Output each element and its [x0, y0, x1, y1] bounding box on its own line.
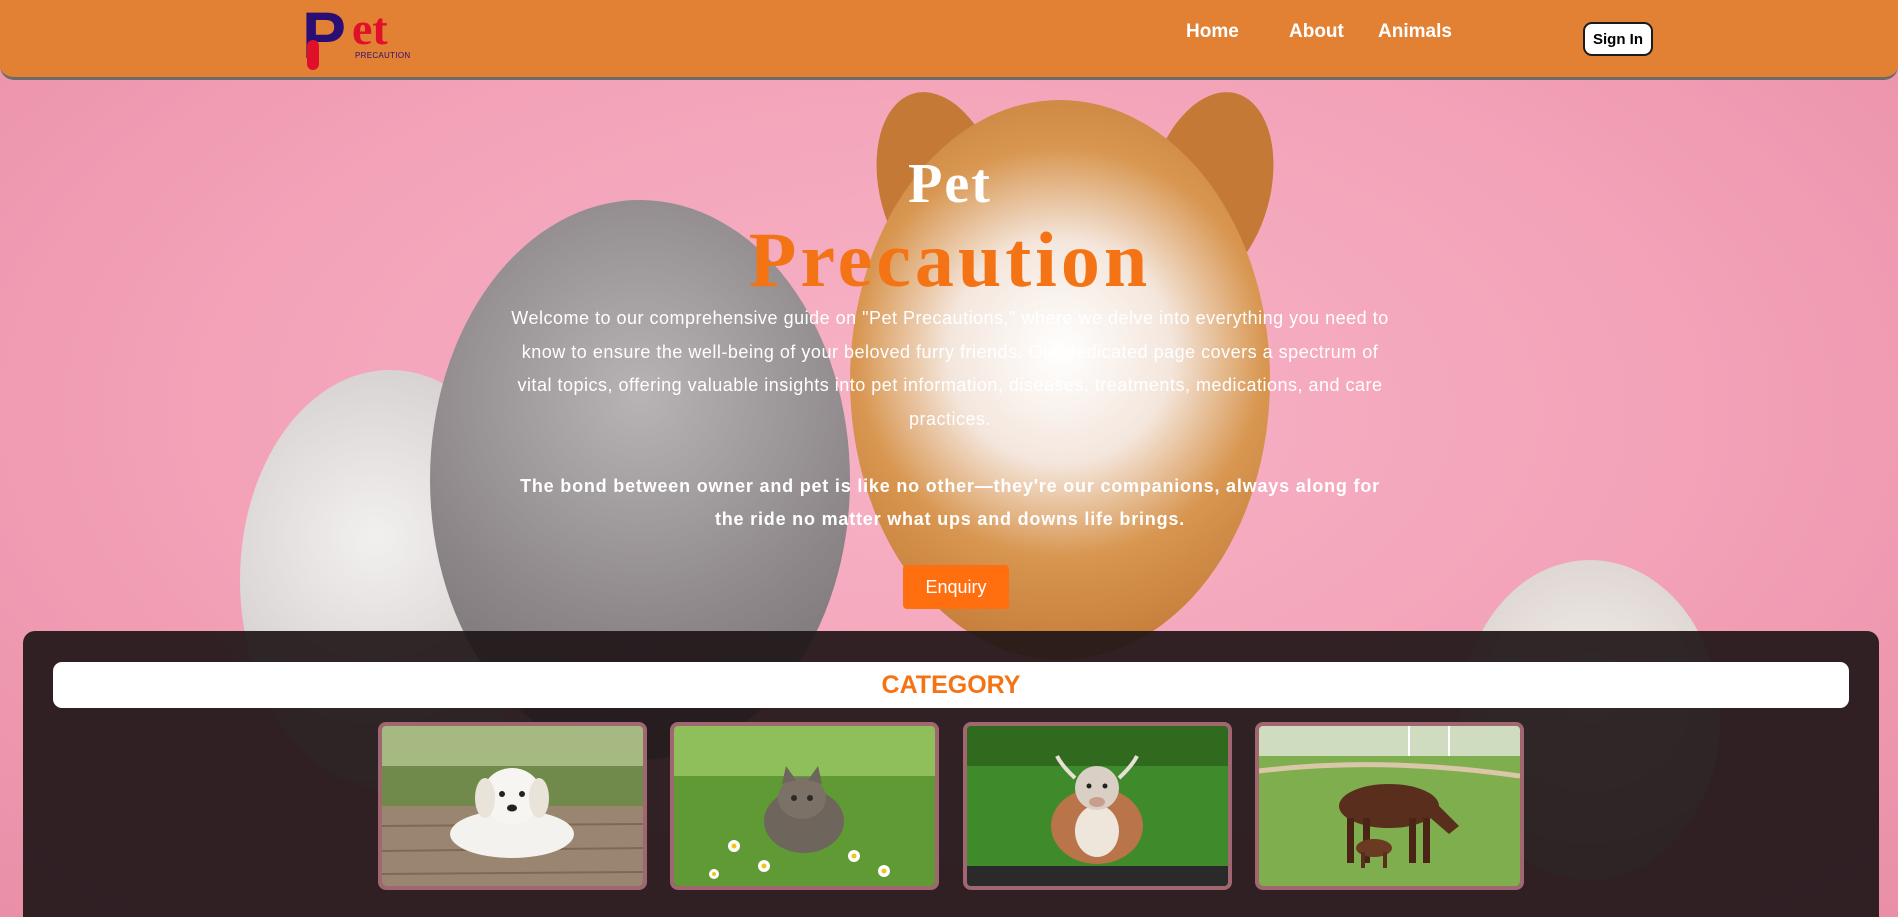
horse-image [1259, 726, 1520, 886]
category-card-horse[interactable] [1255, 722, 1524, 890]
category-title: CATEGORY [881, 670, 1021, 699]
hero-description: Welcome to our comprehensive guide on "P… [511, 308, 1389, 429]
cow-image [967, 726, 1228, 886]
logo-text: et [352, 3, 388, 54]
category-header: CATEGORY [53, 662, 1849, 708]
nav-home[interactable]: Home [1186, 21, 1239, 43]
category-card-dog[interactable] [378, 722, 647, 890]
category-section: CATEGORY [23, 631, 1879, 917]
kitten-image [674, 726, 935, 886]
category-card-cow[interactable] [963, 722, 1232, 890]
hero-title-line2: Precaution [748, 216, 1152, 303]
logo-subtitle: PRECAUTION [355, 51, 411, 60]
nav-about[interactable]: About [1289, 21, 1344, 43]
logo[interactable]: P et PRECAUTION [302, 2, 412, 72]
site-header: P et PRECAUTION Home About Animals Sign … [0, 0, 1898, 80]
puppy-image [382, 726, 643, 886]
nav-animals[interactable]: Animals [1378, 21, 1452, 43]
category-card-cat[interactable] [670, 722, 939, 890]
sign-in-button[interactable]: Sign In [1583, 22, 1653, 56]
hero-bond-text: The bond between owner and pet is like n… [520, 476, 1380, 529]
enquiry-button[interactable]: Enquiry [903, 565, 1009, 609]
logo-accent-shape [307, 40, 319, 70]
hero-title-line1: Pet [908, 153, 992, 215]
